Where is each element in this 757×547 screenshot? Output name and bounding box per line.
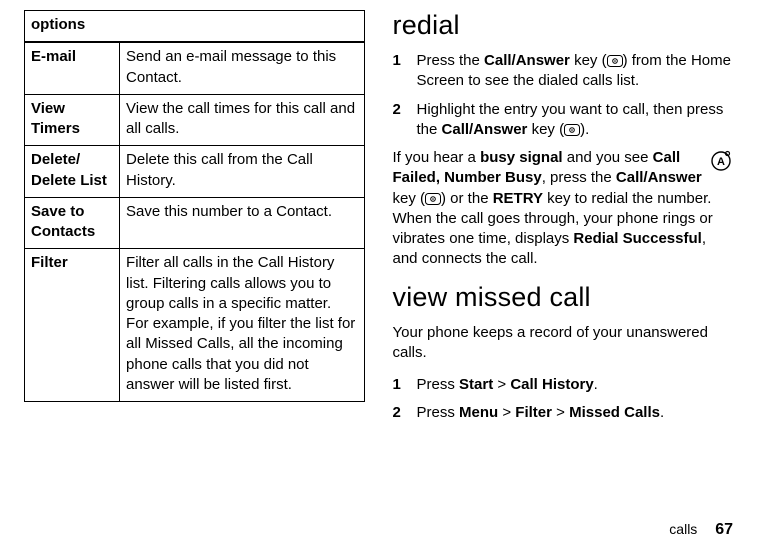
- options-table: options E-mail Send an e-mail message to…: [24, 10, 365, 402]
- step-number: 1: [393, 375, 417, 395]
- option-desc: Send an e-mail message to this Contact.: [120, 42, 364, 94]
- step-number: 2: [393, 403, 417, 423]
- table-row: Filter Filter all calls in the Call Hist…: [25, 249, 365, 402]
- missed-step-2: 2 Press Menu > Filter > Missed Calls.: [393, 403, 734, 423]
- call-key-icon: [607, 55, 623, 67]
- page-footer: calls 67: [669, 521, 733, 539]
- option-desc: Filter all calls in the Call History lis…: [120, 249, 364, 402]
- option-name: View Timers: [25, 94, 120, 146]
- busy-signal-paragraph: A If you hear a busy signal and you see …: [393, 148, 734, 270]
- right-column: redial 1 Press the Call/Answer key () fr…: [393, 10, 734, 547]
- missed-step-1: 1 Press Start > Call History.: [393, 375, 734, 395]
- option-name: E-mail: [25, 42, 120, 94]
- option-name: Save to Contacts: [25, 197, 120, 249]
- left-column: options E-mail Send an e-mail message to…: [24, 10, 365, 547]
- redial-heading: redial: [393, 10, 734, 41]
- option-desc: Save this number to a Contact.: [120, 197, 364, 249]
- options-header: options: [25, 11, 365, 43]
- footer-label: calls: [669, 521, 697, 537]
- redial-step-2: 2 Highlight the entry you want to call, …: [393, 100, 734, 141]
- table-row: View Timers View the call times for this…: [25, 94, 365, 146]
- page-number: 67: [715, 521, 733, 538]
- option-desc: View the call times for this call and al…: [120, 94, 364, 146]
- svg-text:A: A: [717, 156, 725, 168]
- feature-icon: A: [709, 148, 733, 172]
- table-row: E-mail Send an e-mail message to this Co…: [25, 42, 365, 94]
- redial-step-1: 1 Press the Call/Answer key () from the …: [393, 51, 734, 92]
- step-number: 2: [393, 100, 417, 141]
- missed-heading: view missed call: [393, 282, 734, 313]
- call-key-icon: [425, 193, 441, 205]
- option-desc: Delete this call from the Call History.: [120, 146, 364, 198]
- call-key-icon: [564, 124, 580, 136]
- option-name: Delete/ Delete List: [25, 146, 120, 198]
- missed-intro: Your phone keeps a record of your unansw…: [393, 323, 734, 364]
- step-number: 1: [393, 51, 417, 92]
- table-row: Save to Contacts Save this number to a C…: [25, 197, 365, 249]
- option-name: Filter: [25, 249, 120, 402]
- table-row: Delete/ Delete List Delete this call fro…: [25, 146, 365, 198]
